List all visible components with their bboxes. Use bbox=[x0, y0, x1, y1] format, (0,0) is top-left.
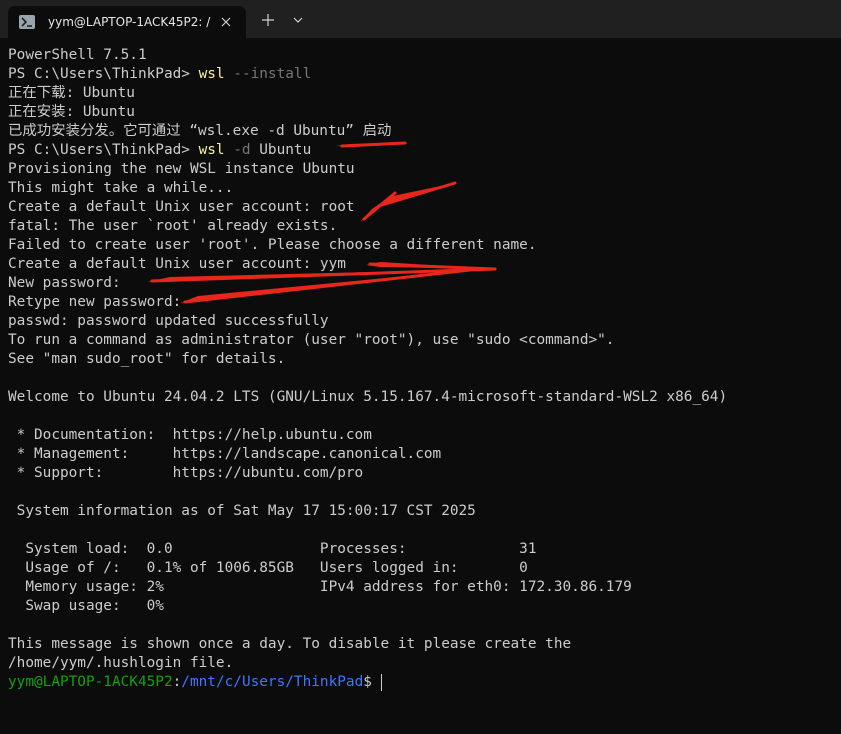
terminal-text: : bbox=[172, 674, 182, 690]
terminal-line: * Management: https://landscape.canonica… bbox=[8, 445, 838, 464]
terminal-text: PowerShell 7.5.1 bbox=[8, 47, 147, 63]
text-cursor bbox=[380, 673, 382, 691]
chevron-down-icon[interactable] bbox=[290, 12, 306, 28]
terminal-line: * Support: https://ubuntu.com/pro bbox=[8, 464, 838, 483]
terminal-text: System load: 0.0 Processes: 31 bbox=[8, 541, 537, 557]
terminal-text: $ bbox=[363, 674, 372, 690]
terminal-text: --install bbox=[224, 66, 312, 82]
terminal-text: * Management: https://landscape.canonica… bbox=[8, 446, 442, 462]
terminal-line: 正在下载: Ubuntu bbox=[8, 84, 838, 103]
terminal-text: * Support: https://ubuntu.com/pro bbox=[8, 465, 364, 481]
close-icon[interactable] bbox=[218, 14, 234, 30]
terminal-text: 已成功安装分发。它可通过 “wsl.exe -d Ubuntu” 启动 bbox=[8, 123, 392, 139]
terminal-line: yym@LAPTOP-1ACK45P2:/mnt/c/Users/ThinkPa… bbox=[8, 673, 838, 692]
terminal-text: * Documentation: https://help.ubuntu.com bbox=[8, 427, 372, 443]
terminal-line: Welcome to Ubuntu 24.04.2 LTS (GNU/Linux… bbox=[8, 388, 838, 407]
terminal-text: passwd: password updated successfully bbox=[8, 313, 329, 329]
terminal-line: System load: 0.0 Processes: 31 bbox=[8, 540, 838, 559]
terminal-line: PS C:\Users\ThinkPad> wsl --install bbox=[8, 65, 838, 84]
terminal-line: To run a command as administrator (user … bbox=[8, 331, 838, 350]
terminal-line: This might take a while... bbox=[8, 179, 838, 198]
terminal-text: Create a default Unix user account: yym bbox=[8, 256, 346, 272]
terminal-text: Create a default Unix user account: root bbox=[8, 199, 355, 215]
terminal-text: See "man sudo_root" for details. bbox=[8, 351, 286, 367]
terminal-line: Create a default Unix user account: root bbox=[8, 198, 838, 217]
terminal-line: Usage of /: 0.1% of 1006.85GB Users logg… bbox=[8, 559, 838, 578]
terminal-text: wsl bbox=[198, 142, 225, 158]
terminal-text: /home/yym/.hushlogin file. bbox=[8, 655, 234, 671]
terminal-line: Create a default Unix user account: yym bbox=[8, 255, 838, 274]
terminal-text: Usage of /: 0.1% of 1006.85GB Users logg… bbox=[8, 560, 528, 576]
powershell-icon bbox=[19, 15, 35, 29]
terminal-text: Swap usage: 0% bbox=[8, 598, 164, 614]
terminal-line: PowerShell 7.5.1 bbox=[8, 46, 838, 65]
terminal-line: See "man sudo_root" for details. bbox=[8, 350, 838, 369]
terminal-line: Provisioning the new WSL instance Ubuntu bbox=[8, 160, 838, 179]
terminal-text: System information as of Sat May 17 15:0… bbox=[8, 503, 476, 519]
terminal-line: passwd: password updated successfully bbox=[8, 312, 838, 331]
terminal-line: /home/yym/.hushlogin file. bbox=[8, 654, 838, 673]
terminal-text: /mnt/c/Users/ThinkPad bbox=[181, 674, 364, 690]
terminal-text: PS C:\Users\ThinkPad> bbox=[8, 66, 199, 82]
terminal-text: Welcome to Ubuntu 24.04.2 LTS (GNU/Linux… bbox=[8, 389, 728, 405]
terminal-text: Failed to create user 'root'. Please cho… bbox=[8, 237, 537, 253]
terminal-text: Ubuntu bbox=[250, 142, 312, 158]
terminal-text: PS C:\Users\ThinkPad> bbox=[8, 142, 199, 158]
terminal-text: Memory usage: 2% IPv4 address for eth0: … bbox=[8, 579, 632, 595]
terminal-output[interactable]: PowerShell 7.5.1 PS C:\Users\ThinkPad> ws… bbox=[8, 46, 838, 692]
terminal-text: Retype new password: bbox=[8, 294, 182, 310]
terminal-line: PS C:\Users\ThinkPad> wsl -d Ubuntu bbox=[8, 141, 838, 160]
terminal-line: Retype new password: bbox=[8, 293, 838, 312]
tab-title: yym@LAPTOP-1ACK45P2: /mr bbox=[48, 15, 211, 29]
terminal-line: * Documentation: https://help.ubuntu.com bbox=[8, 426, 838, 445]
tab-terminal[interactable]: yym@LAPTOP-1ACK45P2: /mr bbox=[8, 6, 246, 38]
terminal-text: 正在安装: Ubuntu bbox=[8, 104, 135, 120]
title-bar: yym@LAPTOP-1ACK45P2: /mr bbox=[0, 0, 841, 38]
plus-icon[interactable] bbox=[259, 11, 277, 29]
terminal-text: wsl bbox=[198, 66, 225, 82]
terminal-line: 正在安装: Ubuntu bbox=[8, 103, 838, 122]
terminal-line: fatal: The user `root' already exists. bbox=[8, 217, 838, 236]
terminal-text: This might take a while... bbox=[8, 180, 234, 196]
terminal-text: This message is shown once a day. To dis… bbox=[8, 636, 572, 652]
terminal-text: 正在下载: Ubuntu bbox=[8, 85, 135, 101]
terminal-line: This message is shown once a day. To dis… bbox=[8, 635, 838, 654]
terminal-line: 已成功安装分发。它可通过 “wsl.exe -d Ubuntu” 启动 bbox=[8, 122, 838, 141]
terminal-text: Provisioning the new WSL instance Ubuntu bbox=[8, 161, 355, 177]
terminal-line: Swap usage: 0% bbox=[8, 597, 838, 616]
terminal-line: Failed to create user 'root'. Please cho… bbox=[8, 236, 838, 255]
terminal-text: fatal: The user `root' already exists. bbox=[8, 218, 338, 234]
terminal-text: yym@LAPTOP-1ACK45P2 bbox=[8, 674, 173, 690]
terminal-line: Memory usage: 2% IPv4 address for eth0: … bbox=[8, 578, 838, 597]
terminal-line: New password: bbox=[8, 274, 838, 293]
terminal-text: New password: bbox=[8, 275, 121, 291]
terminal-line: System information as of Sat May 17 15:0… bbox=[8, 502, 838, 521]
terminal-text: -d bbox=[224, 142, 251, 158]
terminal-text: To run a command as administrator (user … bbox=[8, 332, 615, 348]
